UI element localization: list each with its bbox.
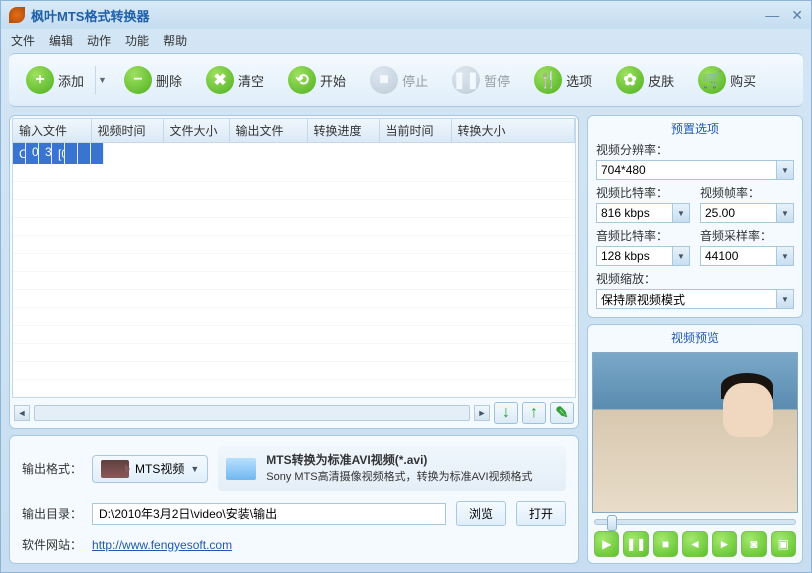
stop-icon: ■: [370, 66, 398, 94]
table-row[interactable]: C:\[09科幻]... 01:32:50 371.55MB [09科幻]火..…: [13, 143, 91, 164]
toolbar: +添加 ▼ −删除 ✖清空 ⟲开始 ■停止 ❚❚暂停 🍴选项 ✿皮肤 🛒购买: [9, 53, 803, 107]
output-format-selector[interactable]: MTS视频 ▼: [92, 455, 208, 483]
menu-edit[interactable]: 编辑: [49, 32, 73, 49]
open-folder-button[interactable]: ▣: [771, 531, 796, 557]
media-stop-button[interactable]: ■: [653, 531, 678, 557]
add-dropdown[interactable]: ▼: [95, 66, 109, 94]
chevron-down-icon[interactable]: ▼: [776, 203, 794, 223]
output-format-label: 输出格式：: [22, 460, 82, 477]
audio-bitrate-select[interactable]: [596, 246, 672, 266]
chevron-down-icon: ▼: [190, 464, 199, 474]
minus-icon: −: [124, 66, 152, 94]
col-progress[interactable]: 转换进度: [307, 119, 379, 143]
framerate-select[interactable]: [700, 203, 776, 223]
preset-title: 预置选项: [596, 118, 794, 141]
video-scale-select[interactable]: [596, 289, 776, 309]
chevron-down-icon[interactable]: ▼: [776, 160, 794, 180]
video-bitrate-select[interactable]: [596, 203, 672, 223]
col-input[interactable]: 输入文件: [13, 119, 91, 143]
pause-button: ❚❚暂停: [443, 61, 519, 99]
menu-file[interactable]: 文件: [11, 32, 35, 49]
plus-icon: +: [26, 66, 54, 94]
clear-button[interactable]: ✖清空: [197, 61, 273, 99]
col-time[interactable]: 视频时间: [91, 119, 163, 143]
edit-button[interactable]: ✎: [550, 402, 574, 424]
app-window: 枫叶MTS格式转换器 — ✕ 文件 编辑 动作 功能 帮助 +添加 ▼ −删除 …: [0, 0, 812, 573]
start-button[interactable]: ⟲开始: [279, 61, 355, 99]
close-button[interactable]: ✕: [791, 7, 803, 24]
preview-image: [592, 352, 798, 513]
next-button[interactable]: ►: [712, 531, 737, 557]
menu-function[interactable]: 功能: [125, 32, 149, 49]
pencil-icon: ✎: [555, 403, 568, 423]
preview-title: 视频预览: [592, 327, 798, 350]
options-button[interactable]: 🍴选项: [525, 61, 601, 99]
scroll-right[interactable]: ►: [474, 405, 490, 421]
clear-icon: ✖: [206, 66, 234, 94]
chevron-down-icon[interactable]: ▼: [776, 246, 794, 266]
chevron-down-icon[interactable]: ▼: [672, 246, 690, 266]
seek-slider[interactable]: [594, 519, 796, 525]
col-output[interactable]: 输出文件: [229, 119, 307, 143]
menu-bar: 文件 编辑 动作 功能 帮助: [1, 29, 811, 51]
buy-button[interactable]: 🛒购买: [689, 61, 765, 99]
slider-thumb[interactable]: [607, 515, 617, 531]
add-button[interactable]: +添加: [17, 61, 93, 99]
play-button[interactable]: ▶: [594, 531, 619, 557]
audio-samplerate-select[interactable]: [700, 246, 776, 266]
snapshot-button[interactable]: ◙: [741, 531, 766, 557]
output-panel: 输出格式： MTS视频 ▼ MTS转换为标准AVI视频(*.avi) Sony …: [9, 435, 579, 564]
menu-help[interactable]: 帮助: [163, 32, 187, 49]
title-bar: 枫叶MTS格式转换器 — ✕: [1, 1, 811, 29]
open-button[interactable]: 打开: [516, 501, 566, 526]
cart-icon: 🛒: [698, 66, 726, 94]
arrow-down-icon: ↓: [502, 404, 510, 422]
chevron-down-icon[interactable]: ▼: [776, 289, 794, 309]
output-dir-label: 输出目录：: [22, 505, 82, 522]
app-logo-icon: [9, 7, 25, 23]
file-list-panel: 输入文件 视频时间 文件大小 输出文件 转换进度 当前时间 转换大小 C:\[0…: [9, 115, 579, 429]
website-label: 软件网站：: [22, 536, 82, 553]
file-table[interactable]: 输入文件 视频时间 文件大小 输出文件 转换进度 当前时间 转换大小 C:\[0…: [13, 119, 575, 164]
preset-options-panel: 预置选项 视频分辨率： ▼ 视频比特率： ▼ 视频帧率： ▼ 音频比特率： ▼ …: [587, 115, 803, 318]
skin-button[interactable]: ✿皮肤: [607, 61, 683, 99]
move-down-button[interactable]: ↓: [494, 402, 518, 424]
stop-button: ■停止: [361, 61, 437, 99]
pause-icon: ❚❚: [452, 66, 480, 94]
refresh-icon: ⟲: [288, 66, 316, 94]
output-dir-input[interactable]: [92, 503, 446, 525]
col-convsize[interactable]: 转换大小: [451, 119, 575, 143]
website-link[interactable]: http://www.fengyesoft.com: [92, 538, 232, 552]
prev-button[interactable]: ◄: [682, 531, 707, 557]
h-scrollbar[interactable]: [34, 405, 470, 421]
chevron-down-icon[interactable]: ▼: [672, 203, 690, 223]
app-title: 枫叶MTS格式转换器: [31, 6, 149, 25]
scroll-left[interactable]: ◄: [14, 405, 30, 421]
folder-icon: [226, 458, 256, 480]
delete-button[interactable]: −删除: [115, 61, 191, 99]
video-preview-panel: 视频预览 ▶ ❚❚ ■ ◄ ► ◙ ▣: [587, 324, 803, 564]
menu-action[interactable]: 动作: [87, 32, 111, 49]
format-description: MTS转换为标准AVI视频(*.avi) Sony MTS高清摄像视频格式，转换…: [218, 446, 566, 491]
col-curtime[interactable]: 当前时间: [379, 119, 451, 143]
media-pause-button[interactable]: ❚❚: [623, 531, 648, 557]
table-empty-area: [13, 164, 575, 397]
move-up-button[interactable]: ↑: [522, 402, 546, 424]
resolution-select[interactable]: [596, 160, 776, 180]
apple-icon: ✿: [616, 66, 644, 94]
arrow-up-icon: ↑: [530, 404, 538, 422]
browse-button[interactable]: 浏览: [456, 501, 506, 526]
col-size[interactable]: 文件大小: [163, 119, 229, 143]
minimize-button[interactable]: —: [765, 7, 779, 24]
camera-icon: [101, 460, 129, 478]
options-icon: 🍴: [534, 66, 562, 94]
